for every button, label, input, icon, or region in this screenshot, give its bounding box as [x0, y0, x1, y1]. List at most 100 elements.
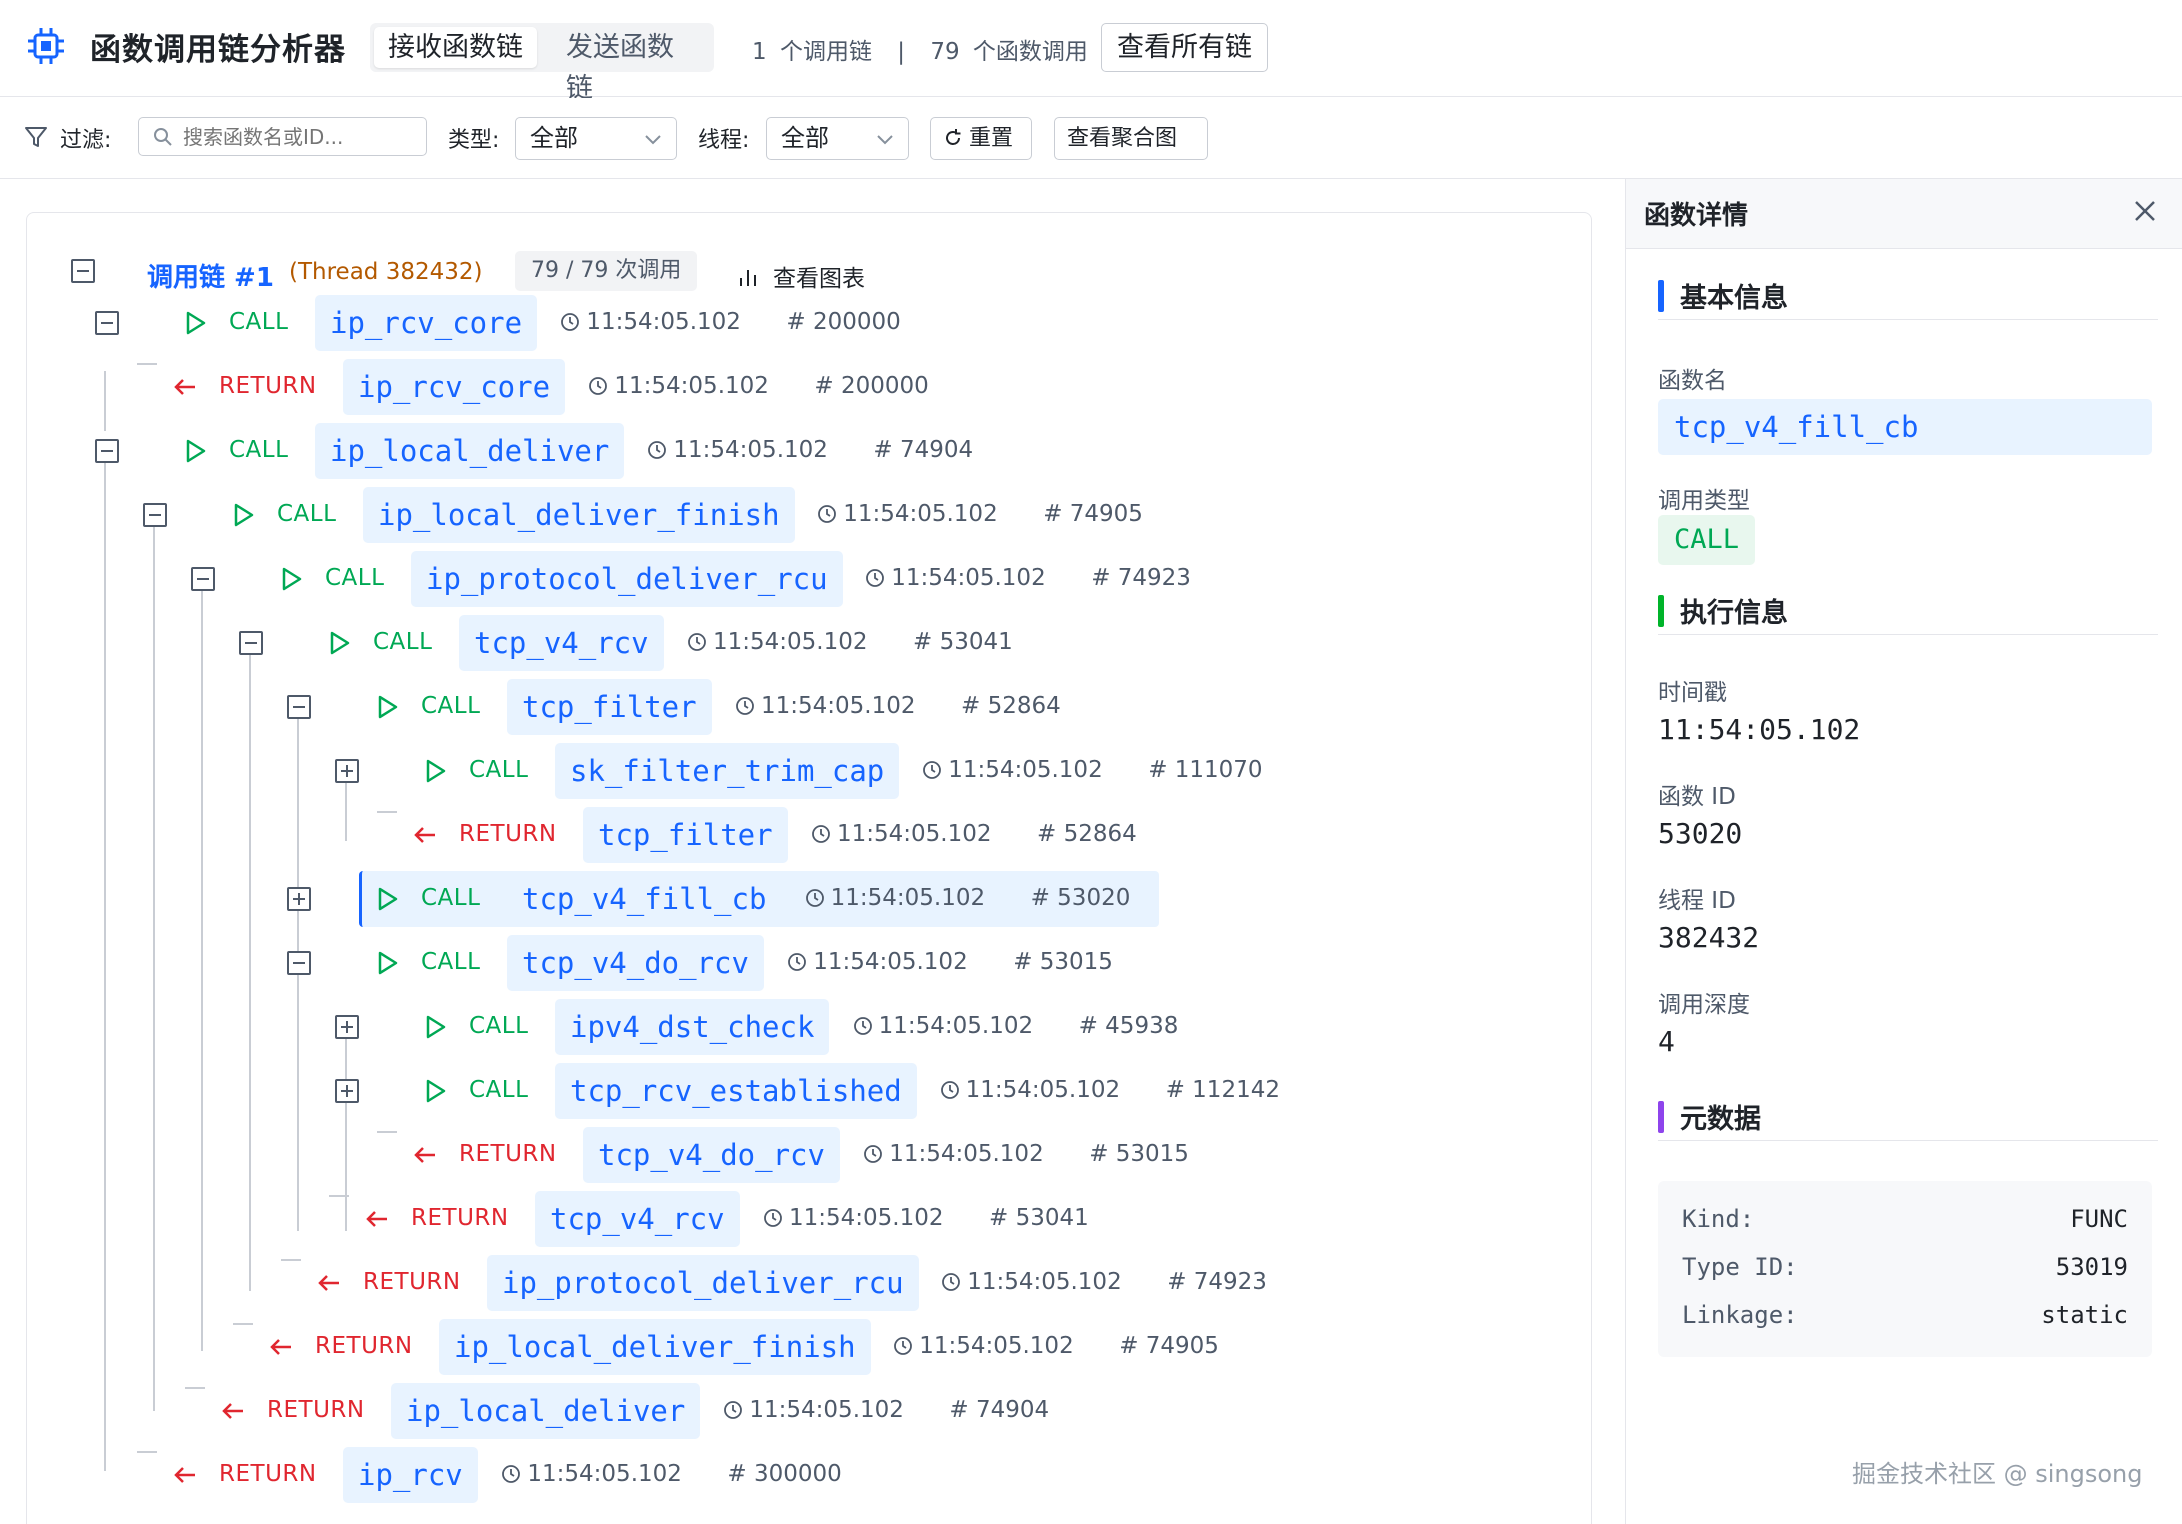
collapse-chain-toggle[interactable] [71, 259, 95, 283]
function-name[interactable]: ip_protocol_deliver_rcu [411, 551, 843, 607]
call-tree-row[interactable]: RETURN tcp_v4_do_rcv 11:54:05.102 # 53015 [27, 1127, 1567, 1183]
call-tree-row[interactable]: CALL tcp_v4_do_rcv 11:54:05.102 # 53015 [27, 935, 1567, 991]
timestamp-text: 11:54:05.102 [614, 373, 769, 399]
call-kind-label: RETURN [459, 1141, 557, 1167]
clock-icon [853, 1017, 872, 1035]
call-tree-row[interactable]: CALL sk_filter_trim_cap 11:54:05.102 # 1110… [27, 743, 1567, 799]
chain-title[interactable]: 调用链 #1 [147, 257, 274, 294]
call-tree-row[interactable]: RETURN ip_rcv 11:54:05.102 # 300000 [27, 1447, 1567, 1503]
timestamp-text: 11:54:05.102 [891, 565, 1046, 591]
details-header: 函数详情 [1626, 179, 2182, 249]
call-arrow-icon [282, 567, 302, 591]
function-name[interactable]: ipv4_dst_check [555, 999, 830, 1055]
function-name[interactable]: ip_protocol_deliver_rcu [487, 1255, 919, 1311]
timestamp: 11:54:05.102 [687, 629, 868, 655]
call-kind-label: CALL [229, 309, 289, 335]
function-name[interactable]: tcp_filter [583, 807, 788, 863]
exec-info-section: 执行信息 [1658, 589, 2158, 635]
function-name[interactable]: tcp_v4_rcv [459, 615, 664, 671]
details-panel: 函数详情 基本信息 函数名 tcp_v4_fill_cb 调用类型 CALL 执… [1625, 179, 2182, 1524]
chip-icon [28, 28, 64, 64]
call-tree-row[interactable]: RETURN ip_local_deliver 11:54:05.102 # 7490… [27, 1383, 1567, 1439]
function-name[interactable]: tcp_filter [507, 679, 712, 735]
timestamp-text: 11:54:05.102 [967, 1269, 1122, 1295]
metadata-box: Kind: FUNC Type ID: 53019 Linkage: stati… [1658, 1181, 2152, 1357]
call-tree-row[interactable]: RETURN ip_local_deliver_finish 11:54:05.10… [27, 1319, 1567, 1375]
collapse-node-toggle[interactable] [191, 567, 215, 591]
tab-send-chain[interactable]: 发送函数链 [552, 27, 714, 104]
call-kind-label: CALL [421, 949, 481, 975]
expand-node-toggle[interactable] [287, 887, 311, 911]
return-arrow-icon [366, 1211, 387, 1227]
view-aggregate-button[interactable]: 查看聚合图 [1054, 117, 1208, 160]
tree-guide-stub [377, 811, 397, 813]
function-name[interactable]: ip_local_deliver_finish [363, 487, 795, 543]
thread-select[interactable]: 全部 [766, 117, 909, 160]
timestamp: 11:54:05.102 [893, 1333, 1074, 1359]
call-tree-row[interactable]: RETURN tcp_v4_rcv 11:54:05.102 # 53041 [27, 1191, 1567, 1247]
collapse-node-toggle[interactable] [239, 631, 263, 655]
call-arrow-icon [426, 1015, 446, 1039]
tree-guide-stub [137, 363, 157, 365]
clock-icon [864, 1145, 883, 1163]
collapse-node-toggle[interactable] [95, 439, 119, 463]
expand-node-toggle[interactable] [335, 1015, 359, 1039]
search-box[interactable] [138, 117, 427, 156]
function-name[interactable]: tcp_v4_do_rcv [583, 1127, 840, 1183]
call-kind-label: CALL [469, 1077, 529, 1103]
search-icon [154, 128, 172, 146]
function-name[interactable]: tcp_rcv_established [555, 1063, 917, 1119]
function-id: # 53020 [1030, 885, 1131, 911]
collapse-node-toggle[interactable] [287, 695, 311, 719]
call-tree-row[interactable]: CALL tcp_rcv_established 11:54:05.102 # 112… [27, 1063, 1567, 1119]
function-name[interactable]: sk_filter_trim_cap [555, 743, 900, 799]
call-arrow-icon [186, 439, 206, 463]
function-name[interactable]: ip_rcv_core [315, 295, 538, 351]
call-tree-row[interactable]: RETURN tcp_filter 11:54:05.102 # 52864 [27, 807, 1567, 863]
call-tree-row[interactable]: CALL tcp_filter 11:54:05.102 # 52864 [27, 679, 1567, 735]
timestamp: 11:54:05.102 [735, 693, 916, 719]
tab-receive-chain[interactable]: 接收函数链 [374, 27, 537, 68]
collapse-node-toggle[interactable] [143, 503, 167, 527]
reset-button[interactable]: 重置 [930, 117, 1032, 160]
call-tree-row[interactable]: CALL ip_protocol_deliver_rcu 11:54:05.102 #… [27, 551, 1567, 607]
call-tree-row[interactable]: CALL ip_rcv_core 11:54:05.102 # 200000 [27, 295, 1567, 351]
function-name[interactable]: ip_local_deliver [391, 1383, 701, 1439]
call-tree-row[interactable]: CALL ip_local_deliver_finish 11:54:05.102 #… [27, 487, 1567, 543]
function-name[interactable]: ip_rcv_core [343, 359, 566, 415]
clock-icon [940, 1081, 959, 1099]
expand-node-toggle[interactable] [335, 759, 359, 783]
clock-icon [724, 1401, 743, 1419]
call-arrow-icon [378, 695, 398, 719]
type-select[interactable]: 全部 [515, 117, 677, 160]
app-header: 函数调用链分析器 接收函数链 发送函数链 1 个调用链 | 79 个函数调用 查… [0, 0, 2182, 104]
call-tree-row[interactable]: CALL tcp_v4_fill_cb 11:54:05.102 # 53020 [27, 871, 1567, 927]
view-chart-button[interactable]: 查看图表 [737, 259, 865, 293]
function-name[interactable]: ip_rcv [343, 1447, 478, 1503]
chain-thread: (Thread 382432) [289, 259, 483, 285]
view-all-chains-button[interactable]: 查看所有链 [1101, 23, 1268, 72]
function-name[interactable]: tcp_v4_fill_cb [507, 871, 781, 927]
timestamp-text: 11:54:05.102 [843, 501, 998, 527]
meta-row: Kind: FUNC [1682, 1205, 2128, 1239]
function-name[interactable]: tcp_v4_do_rcv [507, 935, 764, 991]
call-tree-row[interactable]: CALL tcp_v4_rcv 11:54:05.102 # 53041 [27, 615, 1567, 671]
expand-node-toggle[interactable] [335, 1079, 359, 1103]
function-id: # 200000 [814, 373, 929, 399]
function-name[interactable]: ip_local_deliver_finish [439, 1319, 871, 1375]
function-name[interactable]: ip_local_deliver [315, 423, 625, 479]
close-icon[interactable] [2131, 197, 2159, 225]
collapse-node-toggle[interactable] [95, 311, 119, 335]
call-tree-row[interactable]: RETURN ip_protocol_deliver_rcu 11:54:05.10… [27, 1255, 1567, 1311]
collapse-node-toggle[interactable] [287, 951, 311, 975]
search-input[interactable] [183, 123, 413, 151]
function-id: # 53015 [1013, 949, 1113, 975]
function-name[interactable]: tcp_v4_rcv [535, 1191, 740, 1247]
call-tree-row[interactable]: RETURN ip_rcv_core 11:54:05.102 # 200000 [27, 359, 1567, 415]
call-tree-row[interactable]: CALL ipv4_dst_check 11:54:05.102 # 45938 [27, 999, 1567, 1055]
call-type-label: 调用类型 [1658, 488, 1750, 514]
timestamp-text: 11:54:05.102 [673, 437, 828, 463]
function-id: # 112142 [1165, 1077, 1280, 1103]
timestamp: 11:54:05.102 [787, 949, 968, 975]
call-tree-row[interactable]: CALL ip_local_deliver 11:54:05.102 # 74904 [27, 423, 1567, 479]
